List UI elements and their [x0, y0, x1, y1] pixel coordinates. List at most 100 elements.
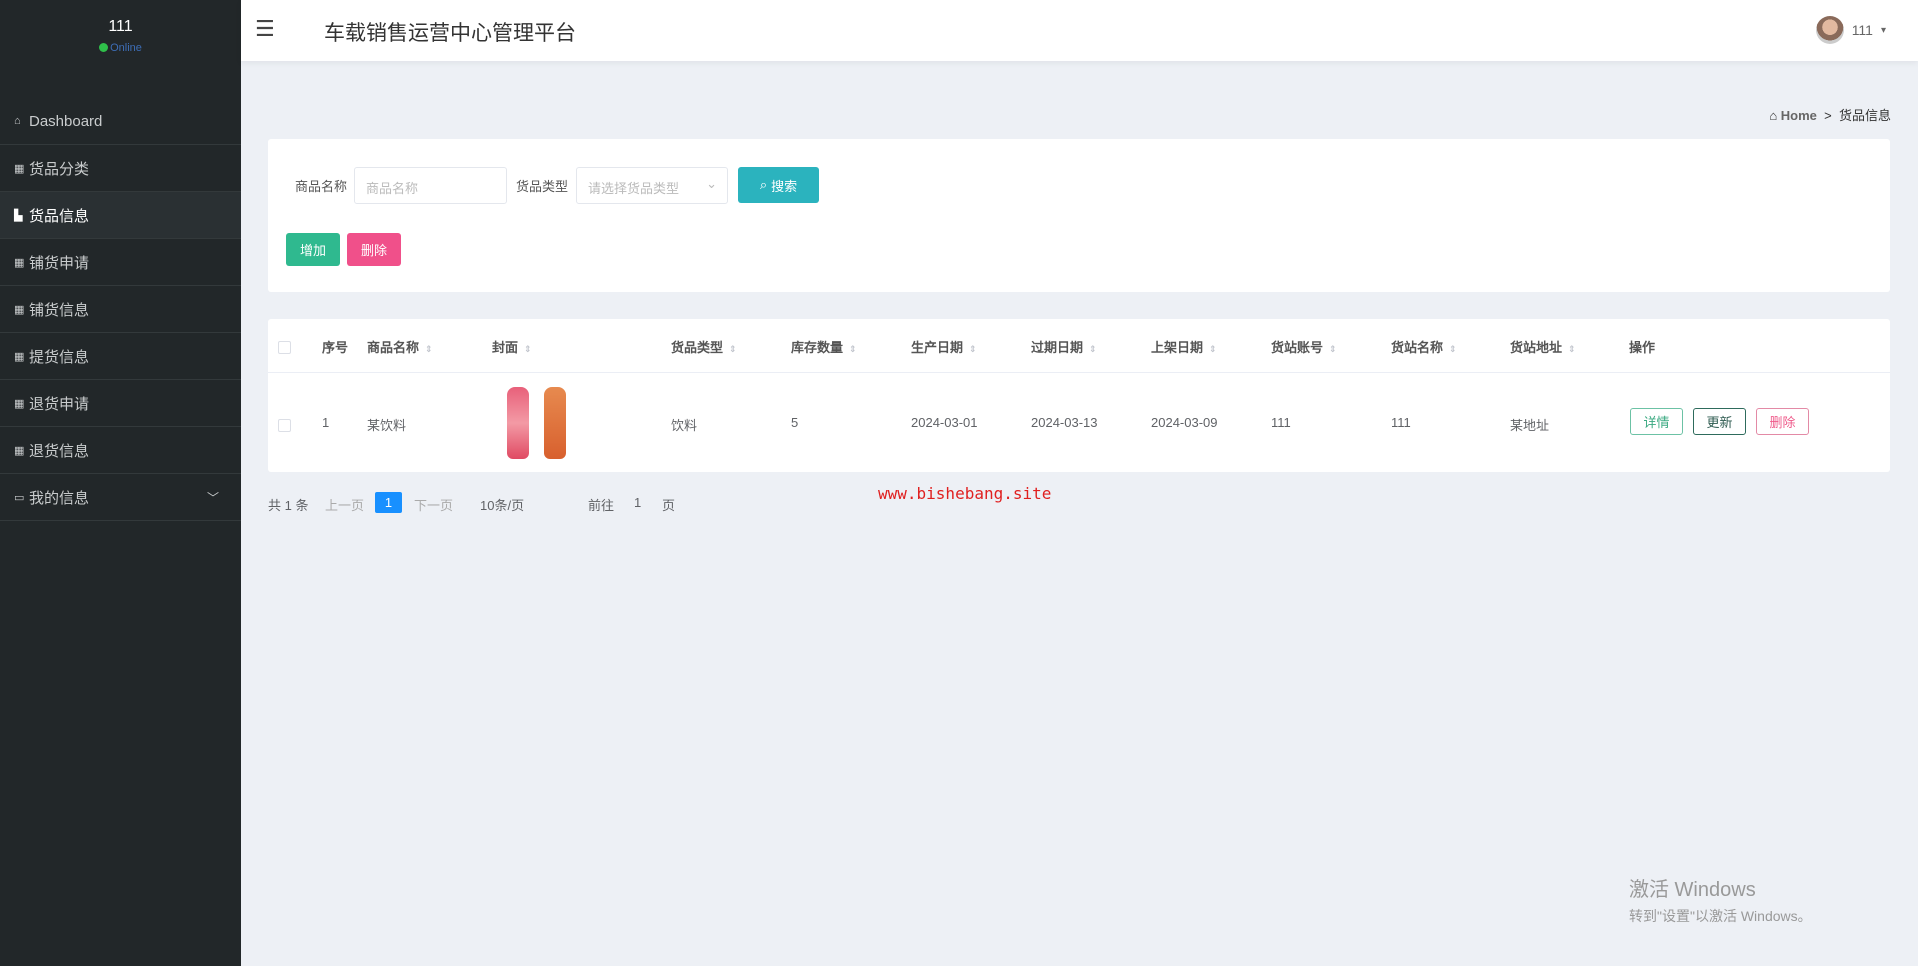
prev-page-button[interactable]: 上一页 — [325, 495, 364, 514]
sort-icon: ⇕ — [1449, 344, 1457, 354]
sidebar-item-category[interactable]: ▦货品分类 — [0, 145, 241, 192]
cell-station-name: 111 — [1391, 415, 1411, 430]
goods-table: 序号 商品名称⇕ 封面⇕ 货品类型⇕ 库存数量⇕ 生产日期⇕ 过期日期⇕ 上架日… — [268, 319, 1890, 472]
sidebar-item-return-apply[interactable]: ▦退货申请 — [0, 380, 241, 427]
cell-no: 1 — [322, 415, 329, 430]
windows-activation-notice: 激活 Windows 转到"设置"以激活 Windows。 — [1629, 873, 1812, 926]
cell-production-date: 2024-03-01 — [911, 415, 978, 430]
page-1-button[interactable]: 1 — [375, 492, 402, 513]
col-label: 封面 — [492, 340, 518, 355]
col-label: 货品类型 — [671, 340, 723, 355]
grid-icon: ▦ — [14, 444, 26, 457]
select-all-checkbox[interactable] — [278, 341, 291, 354]
watermark-text: www.bishebang.site — [878, 484, 1051, 503]
header-divider — [268, 372, 1890, 373]
sidebar-item-label: 铺货申请 — [29, 252, 89, 273]
sidebar-item-pickup-info[interactable]: ▦提货信息 — [0, 333, 241, 380]
sidebar-item-distribution-apply[interactable]: ▦铺货申请 — [0, 239, 241, 286]
user-menu[interactable]: 111▾ — [1816, 16, 1886, 44]
sidebar-item-my-info[interactable]: ▭我的信息﹀ — [0, 474, 241, 521]
col-header[interactable]: 货品类型 ⇕ — [671, 337, 737, 356]
cell-name: 某饮料 — [367, 415, 406, 434]
cell-stock: 5 — [791, 415, 798, 430]
col-header[interactable]: 过期日期⇕ — [1031, 337, 1097, 356]
home-icon: ⌂ — [14, 115, 26, 127]
add-button[interactable]: 增加 — [286, 233, 340, 266]
name-label: 商品名称 — [295, 176, 347, 195]
activation-subtitle: 转到"设置"以激活 Windows。 — [1629, 906, 1812, 926]
user-panel: 111 Online — [0, 0, 241, 98]
next-page-button[interactable]: 下一页 — [414, 495, 453, 514]
chevron-down-icon: ⌄ — [494, 495, 505, 511]
grid-icon: ▦ — [14, 256, 26, 269]
detail-button[interactable]: 详情 — [1630, 408, 1683, 435]
col-header[interactable]: 货站名称 ⇕ — [1391, 337, 1457, 356]
sidebar-item-return-info[interactable]: ▦退货信息 — [0, 427, 241, 474]
sort-icon: ⇕ — [1329, 344, 1337, 354]
breadcrumb-current: 货品信息 — [1839, 108, 1891, 123]
chevron-down-icon: ⌄ — [706, 176, 717, 192]
avatar — [1816, 16, 1844, 44]
col-header[interactable]: 上架日期 ⇕ — [1151, 337, 1217, 356]
update-button[interactable]: 更新 — [1693, 408, 1746, 435]
chevron-down-icon: ﹀ — [207, 489, 219, 506]
row-delete-button[interactable]: 删除 — [1756, 408, 1809, 435]
goto-label: 前往 — [588, 495, 614, 514]
col-label: 货站账号 — [1271, 340, 1323, 355]
grid-icon: ▦ — [14, 350, 26, 363]
delete-button[interactable]: 删除 — [347, 233, 401, 266]
col-header[interactable]: 封面⇕ — [492, 337, 532, 356]
home-icon: ⌂ — [1769, 108, 1777, 123]
sidebar-item-label: 退货申请 — [29, 393, 89, 414]
sidebar-item-label: Dashboard — [29, 113, 102, 130]
grid-icon: ▦ — [14, 397, 26, 410]
search-icon: ⌕ — [760, 177, 767, 193]
type-label: 货品类型 — [516, 176, 568, 195]
row-checkbox[interactable] — [278, 419, 291, 432]
sidebar-item-dashboard[interactable]: ⌂Dashboard — [0, 98, 241, 145]
col-label: 生产日期 — [911, 340, 963, 355]
sort-icon: ⇕ — [1568, 344, 1576, 354]
col-header[interactable]: 库存数量⇕ — [791, 337, 857, 356]
cell-expire-date: 2024-03-13 — [1031, 415, 1098, 430]
sidebar-item-label: 我的信息 — [29, 487, 89, 508]
col-header[interactable]: 生产日期⇕ — [911, 337, 977, 356]
col-label: 上架日期 — [1151, 340, 1203, 355]
sort-icon: ⇕ — [729, 344, 737, 354]
type-select[interactable]: 请选择货品类型 ⌄ — [576, 167, 728, 204]
col-header: 序号 — [322, 337, 348, 356]
sidebar: 111 Online ⌂Dashboard ▦货品分类 ▙货品信息 ▦铺货申请 … — [0, 0, 241, 966]
search-button-label: 搜索 — [771, 176, 797, 195]
breadcrumb: ⌂ Home > 货品信息 — [1769, 105, 1891, 124]
col-header: 操作 — [1629, 337, 1655, 356]
search-button[interactable]: ⌕搜索 — [738, 167, 819, 203]
activation-title: 激活 Windows — [1629, 873, 1812, 902]
type-placeholder: 请选择货品类型 — [588, 181, 679, 196]
app-title: 车载销售运营中心管理平台 — [324, 17, 576, 47]
col-header[interactable]: 货站账号 ⇕ — [1271, 337, 1337, 356]
chevron-down-icon: ▾ — [1881, 25, 1886, 36]
grid-icon: ▦ — [14, 162, 26, 175]
cell-type: 饮料 — [671, 415, 697, 434]
sort-icon: ⇕ — [1089, 344, 1097, 354]
top-header: ☰ 车载销售运营中心管理平台 111▾ — [241, 0, 1918, 61]
sidebar-item-goods[interactable]: ▙货品信息 — [0, 192, 241, 239]
name-input[interactable]: 商品名称 — [354, 167, 507, 204]
sidebar-item-label: 货品分类 — [29, 158, 89, 179]
goto-page-input[interactable]: 1 — [634, 495, 641, 510]
cell-station-address: 某地址 — [1510, 415, 1549, 434]
col-header[interactable]: 商品名称⇕ — [367, 337, 433, 356]
sort-icon: ⇕ — [849, 344, 857, 354]
col-header[interactable]: 货站地址⇕ — [1510, 337, 1576, 356]
total-count: 共 1 条 — [268, 495, 308, 514]
sidebar-item-label: 退货信息 — [29, 440, 89, 461]
col-label: 货站名称 — [1391, 340, 1443, 355]
book-icon: ▙ — [14, 209, 26, 222]
breadcrumb-home[interactable]: Home — [1781, 108, 1817, 123]
cell-shelf-date: 2024-03-09 — [1151, 415, 1218, 430]
page-unit-label: 页 — [662, 495, 675, 514]
sidebar-item-distribution-info[interactable]: ▦铺货信息 — [0, 286, 241, 333]
sort-icon: ⇕ — [1209, 344, 1217, 354]
menu-toggle-icon[interactable]: ☰ — [255, 16, 275, 42]
cell-station-account: 111 — [1271, 415, 1291, 430]
